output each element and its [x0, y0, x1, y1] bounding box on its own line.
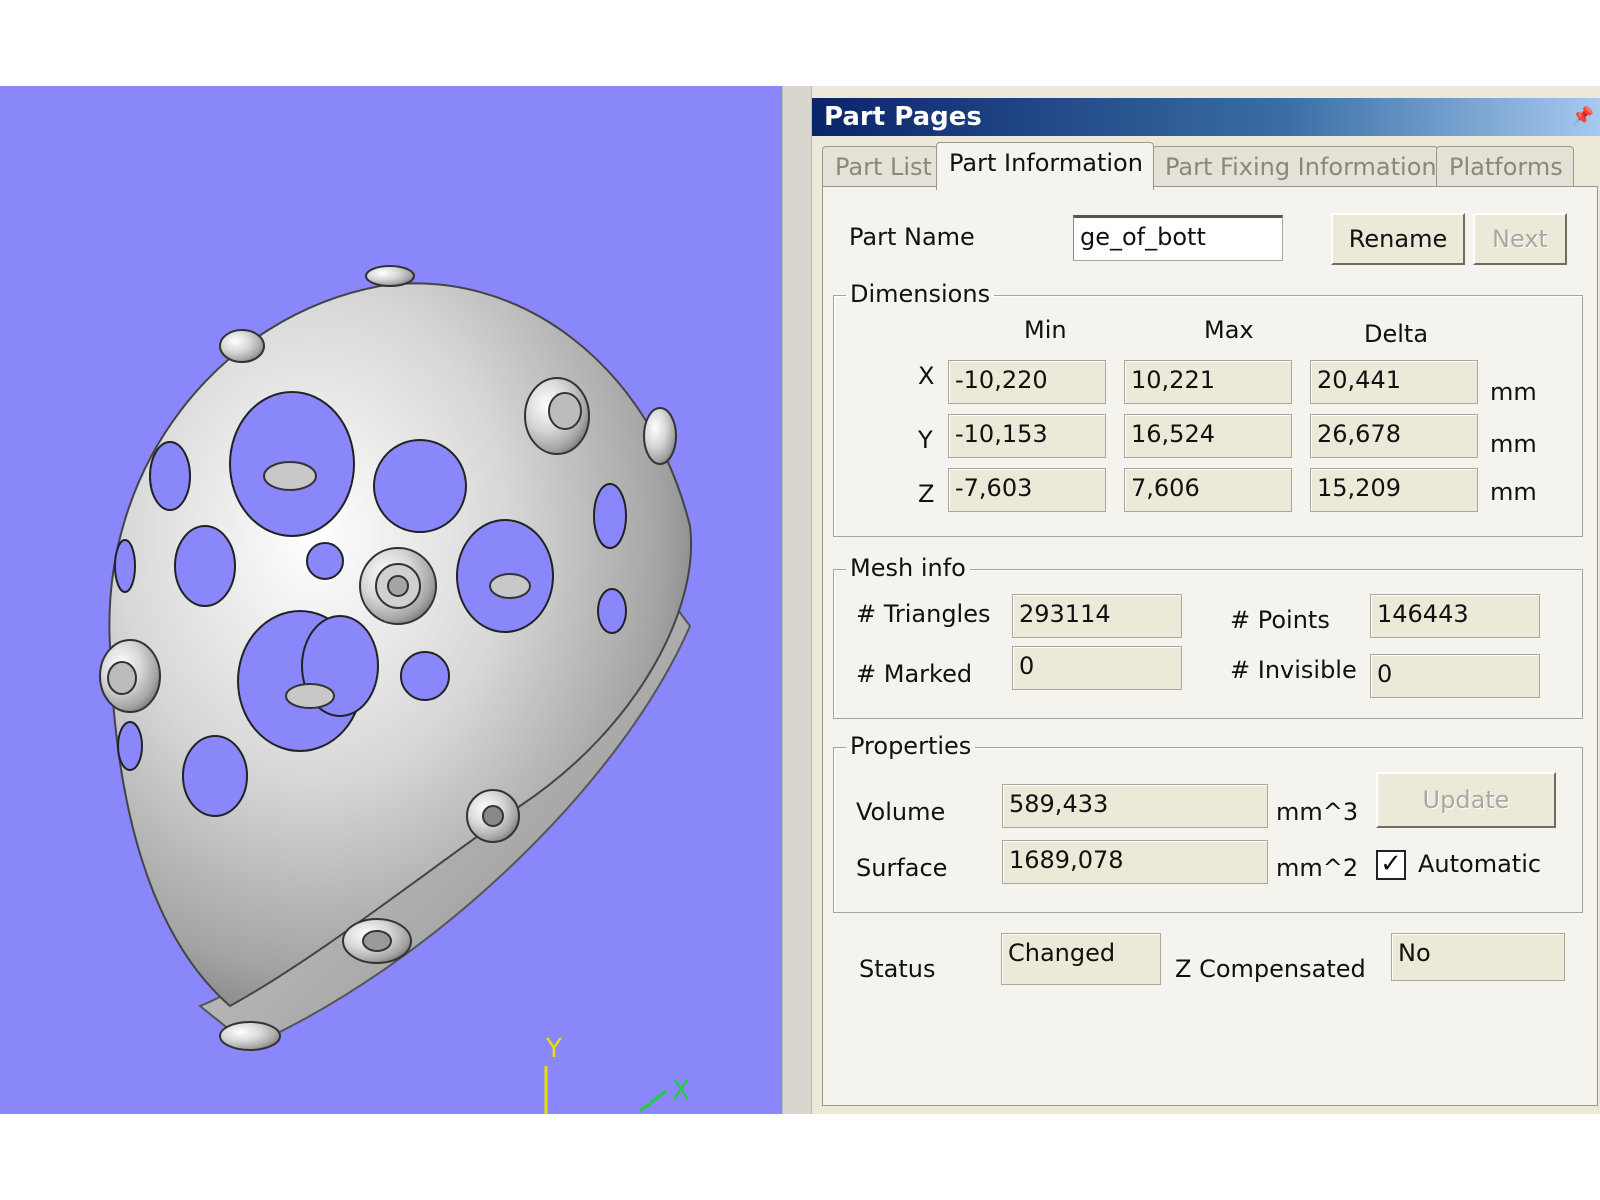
panel-splitter[interactable] [782, 86, 812, 1114]
pin-icon[interactable]: 📌 [1572, 98, 1594, 136]
part-name-input[interactable]: ge_of_bott [1073, 215, 1283, 261]
surface-label: Surface [856, 854, 948, 882]
rename-button[interactable]: Rename [1331, 213, 1465, 265]
dim-x-label: X [918, 362, 935, 390]
surface-unit: mm^2 [1276, 854, 1359, 882]
dim-y-min[interactable]: -10,153 [948, 414, 1106, 458]
volume-label: Volume [856, 798, 946, 826]
dim-y-delta[interactable]: 26,678 [1310, 414, 1478, 458]
volume-value[interactable]: 589,433 [1002, 784, 1268, 828]
x-axis-line [639, 1089, 667, 1113]
dim-y-max[interactable]: 16,524 [1124, 414, 1292, 458]
surface-value[interactable]: 1689,078 [1002, 840, 1268, 884]
volume-unit: mm^3 [1276, 798, 1359, 826]
dim-x-unit: mm [1490, 378, 1537, 406]
dim-z-min[interactable]: -7,603 [948, 468, 1106, 512]
mesh-info-group: Mesh info # Triangles 293114 # Points 14… [833, 554, 1583, 719]
tab-platforms[interactable]: Platforms [1436, 146, 1574, 186]
dim-y-label: Y [918, 426, 933, 454]
dim-y-unit: mm [1490, 430, 1537, 458]
dimensions-title: Dimensions [846, 280, 995, 308]
next-button[interactable]: Next [1473, 213, 1567, 265]
automatic-checkbox[interactable]: ✓ [1376, 850, 1406, 880]
3d-viewport[interactable]: Y X [0, 86, 782, 1114]
ring-model[interactable] [0, 86, 782, 1114]
part-name-label: Part Name [849, 223, 975, 251]
update-button[interactable]: Update [1376, 772, 1556, 828]
dim-z-max[interactable]: 7,606 [1124, 468, 1292, 512]
dim-x-delta[interactable]: 20,441 [1310, 360, 1478, 404]
dim-z-label: Z [918, 480, 935, 508]
z-compensated-label: Z Compensated [1175, 955, 1366, 983]
triangles-label: # Triangles [856, 600, 991, 628]
panel-titlebar: Part Pages 📌 [812, 98, 1600, 136]
dim-x-min[interactable]: -10,220 [948, 360, 1106, 404]
part-pages-panel: Part Pages 📌 Part List Part Information … [812, 86, 1600, 1114]
dim-z-unit: mm [1490, 478, 1537, 506]
properties-group: Properties Volume 589,433 mm^3 Update Su… [833, 732, 1583, 913]
points-value[interactable]: 146443 [1370, 594, 1540, 638]
x-axis-label: X [672, 1076, 690, 1106]
properties-title: Properties [846, 732, 976, 760]
col-max-header: Max [1204, 316, 1254, 344]
part-information-page: Part Name ge_of_bott Rename Next Dimensi… [822, 186, 1598, 1106]
dimensions-group: Dimensions Min Max Delta X -10,220 10,22… [833, 280, 1583, 537]
mesh-info-title: Mesh info [846, 554, 970, 582]
invisible-label: # Invisible [1230, 656, 1357, 684]
triangles-value[interactable]: 293114 [1012, 594, 1182, 638]
panel-title: Part Pages [824, 102, 982, 132]
marked-value[interactable]: 0 [1012, 646, 1182, 690]
tab-part-information[interactable]: Part Information [936, 142, 1154, 190]
col-delta-header: Delta [1364, 320, 1429, 348]
automatic-label: Automatic [1418, 850, 1542, 878]
tab-part-fixing-information[interactable]: Part Fixing Information [1152, 146, 1438, 186]
dim-x-max[interactable]: 10,221 [1124, 360, 1292, 404]
z-compensated-value[interactable]: No [1391, 933, 1565, 981]
y-axis-label: Y [546, 1034, 562, 1064]
col-min-header: Min [1024, 316, 1067, 344]
tab-part-list[interactable]: Part List [822, 146, 938, 186]
status-value[interactable]: Changed [1001, 933, 1161, 985]
invisible-value[interactable]: 0 [1370, 654, 1540, 698]
status-label: Status [859, 955, 936, 983]
points-label: # Points [1230, 606, 1330, 634]
marked-label: # Marked [856, 660, 973, 688]
dim-z-delta[interactable]: 15,209 [1310, 468, 1478, 512]
